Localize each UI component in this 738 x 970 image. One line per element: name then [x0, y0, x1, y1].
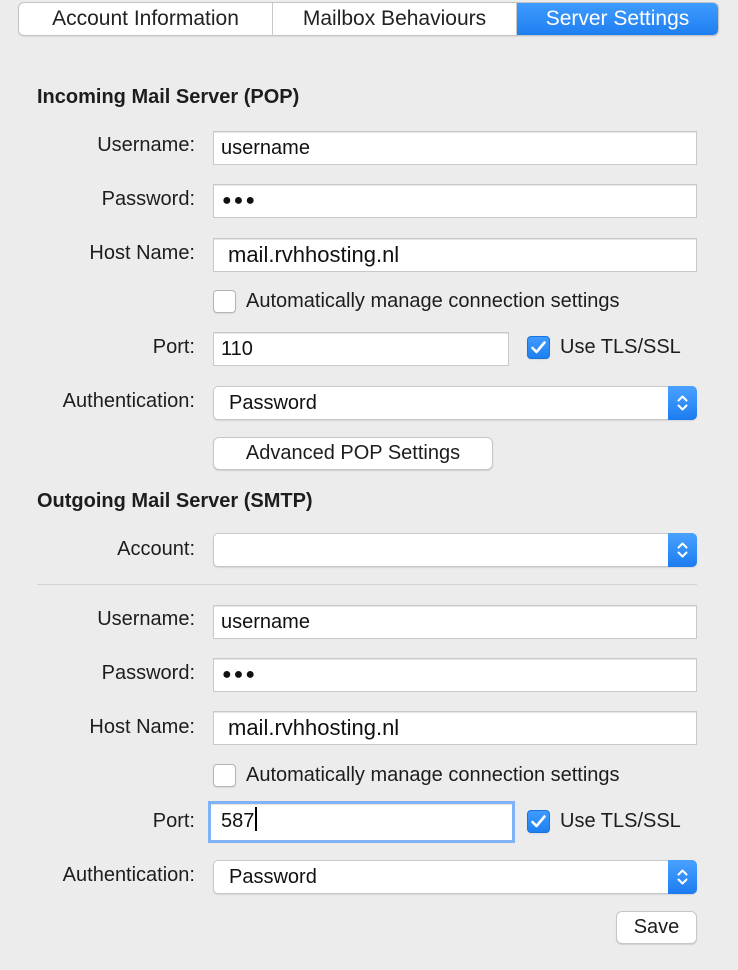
- incoming-auth-select[interactable]: Password: [213, 386, 697, 420]
- incoming-auth-value: Password: [229, 392, 317, 414]
- outgoing-account-select[interactable]: [213, 533, 697, 567]
- incoming-auto-manage-checkbox[interactable]: [213, 290, 236, 313]
- outgoing-auto-manage-checkbox[interactable]: [213, 764, 236, 787]
- incoming-username-field[interactable]: username: [213, 131, 697, 165]
- checkmark-icon: [531, 341, 546, 354]
- incoming-username-label: Username:: [97, 134, 195, 156]
- outgoing-username-field[interactable]: username: [213, 605, 697, 639]
- outgoing-tls-label: Use TLS/SSL: [560, 810, 681, 832]
- incoming-password-field[interactable]: ●●●: [213, 184, 697, 218]
- outgoing-auth-select[interactable]: Password: [213, 860, 697, 894]
- outgoing-host-label: Host Name:: [89, 716, 195, 738]
- incoming-port-label: Port:: [152, 336, 195, 358]
- outgoing-account-label: Account:: [117, 538, 195, 560]
- save-button[interactable]: Save: [616, 911, 697, 944]
- outgoing-port-value: 587: [221, 810, 255, 832]
- up-down-chevron-icon: [668, 860, 697, 894]
- outgoing-username-label: Username:: [97, 608, 195, 630]
- incoming-section-title: Incoming Mail Server (POP): [37, 86, 300, 108]
- incoming-tls-label: Use TLS/SSL: [560, 336, 681, 358]
- tab-server-settings[interactable]: Server Settings: [517, 3, 718, 35]
- outgoing-password-label: Password:: [101, 662, 195, 684]
- incoming-tls-checkbox[interactable]: [527, 336, 550, 359]
- outgoing-section-title: Outgoing Mail Server (SMTP): [37, 490, 313, 512]
- incoming-auth-label: Authentication:: [62, 390, 195, 412]
- up-down-chevron-icon: [668, 533, 697, 567]
- incoming-host-label: Host Name:: [89, 242, 195, 264]
- outgoing-auto-manage-row: Automatically manage connection settings: [213, 764, 620, 787]
- section-divider: [37, 584, 697, 585]
- incoming-port-field[interactable]: 110: [213, 332, 509, 366]
- outgoing-port-field[interactable]: 587: [208, 801, 515, 843]
- outgoing-auth-label: Authentication:: [62, 864, 195, 886]
- incoming-password-label: Password:: [101, 188, 195, 210]
- outgoing-host-field[interactable]: mail.rvhhosting.nl: [213, 711, 697, 745]
- outgoing-password-field[interactable]: ●●●: [213, 658, 697, 692]
- tab-account-information[interactable]: Account Information: [19, 3, 273, 35]
- outgoing-auth-value: Password: [229, 866, 317, 888]
- server-settings-window: Account Information Mailbox Behaviours S…: [0, 0, 738, 970]
- incoming-tls-row: Use TLS/SSL: [527, 336, 681, 359]
- incoming-auto-manage-label: Automatically manage connection settings: [246, 290, 620, 312]
- checkmark-icon: [531, 815, 546, 828]
- up-down-chevron-icon: [668, 386, 697, 420]
- tab-bar: Account Information Mailbox Behaviours S…: [18, 2, 719, 36]
- incoming-auto-manage-row: Automatically manage connection settings: [213, 290, 620, 313]
- tab-mailbox-behaviours[interactable]: Mailbox Behaviours: [273, 3, 517, 35]
- text-caret: [255, 807, 258, 831]
- outgoing-port-label: Port:: [152, 810, 195, 832]
- outgoing-tls-checkbox[interactable]: [527, 810, 550, 833]
- incoming-host-field[interactable]: mail.rvhhosting.nl: [213, 238, 697, 272]
- advanced-pop-settings-button[interactable]: Advanced POP Settings: [213, 437, 493, 470]
- outgoing-tls-row: Use TLS/SSL: [527, 810, 681, 833]
- outgoing-auto-manage-label: Automatically manage connection settings: [246, 764, 620, 786]
